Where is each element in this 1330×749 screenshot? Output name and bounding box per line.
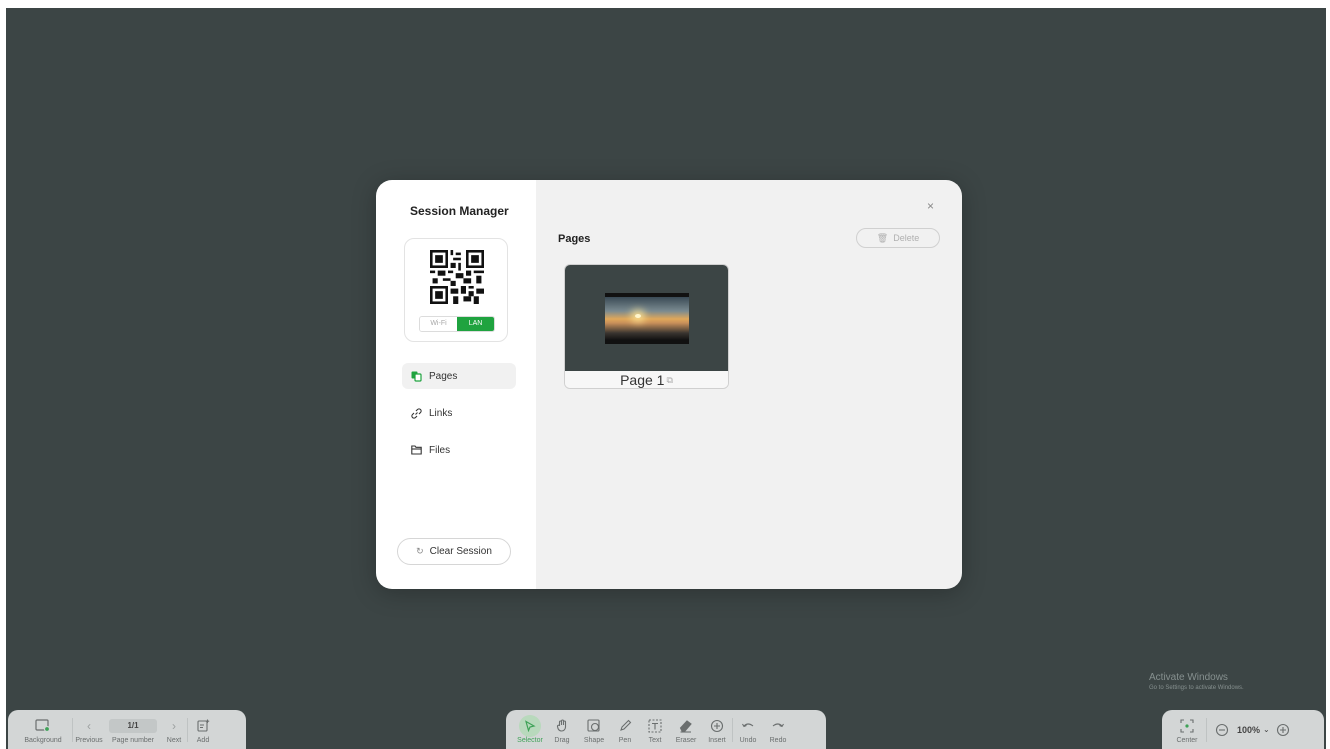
tool-eraser[interactable]: Eraser — [670, 710, 702, 749]
tool-pen[interactable]: Pen — [610, 710, 640, 749]
page-number-control[interactable]: 1/1 Page number — [105, 710, 161, 749]
refresh-icon: ↻ — [416, 546, 424, 556]
session-manager-sidebar: Session Manager Wi-Fi LAN Pages Links Fi… — [376, 180, 536, 589]
trash-icon: 🗑 — [876, 232, 889, 243]
activation-watermark: Activate Windows Go to Settings to activ… — [1149, 672, 1244, 691]
tool-shape[interactable]: Shape — [578, 710, 610, 749]
external-link-icon[interactable]: ⧉ — [666, 375, 672, 386]
tool-label-undo: Undo — [739, 736, 757, 744]
qr-card: Wi-Fi LAN — [404, 238, 508, 342]
pen-icon — [619, 716, 632, 736]
background-icon — [35, 716, 51, 736]
text-icon — [648, 716, 662, 736]
watermark-line1: Activate Windows — [1149, 672, 1228, 683]
insert-icon — [710, 716, 724, 736]
nav-label-files: Files — [429, 444, 451, 456]
center-icon — [1180, 716, 1194, 736]
network-toggle[interactable]: Wi-Fi LAN — [419, 316, 495, 332]
tool-label-text: Text — [648, 736, 662, 744]
tool-label-pen: Pen — [618, 736, 632, 744]
session-manager-content: × Pages 🗑 Delete Page 1 ⧉ — [536, 180, 962, 589]
background-label: Background — [24, 736, 62, 744]
folder-icon — [410, 444, 422, 456]
nav-item-pages[interactable]: Pages — [402, 363, 516, 389]
watermark-line2: Go to Settings to activate Windows. — [1149, 685, 1244, 691]
qr-code-image — [430, 250, 484, 304]
tool-label-shape: Shape — [583, 736, 605, 744]
add-page-button[interactable]: Add — [188, 710, 218, 749]
tool-label-selector: Selector — [517, 736, 543, 744]
page-thumbnail[interactable]: Page 1 ⧉ — [564, 264, 729, 389]
redo-icon — [771, 716, 785, 736]
hand-icon — [556, 716, 569, 736]
tool-undo[interactable]: Undo — [733, 710, 763, 749]
delete-label: Delete — [893, 233, 920, 243]
tool-selector[interactable]: Selector — [514, 710, 546, 749]
page-label: Page 1 — [620, 372, 665, 388]
drawing-toolbar: Selector Drag Shape Pen Text Eraser Inse… — [506, 710, 826, 749]
center-label: Center — [1176, 736, 1198, 744]
cursor-icon — [519, 714, 541, 737]
page-toolbar: Background ‹ Previous 1/1 Page number › … — [8, 710, 246, 749]
add-page-icon — [196, 716, 210, 736]
zoom-in-icon[interactable] — [1276, 723, 1290, 737]
previous-label: Previous — [75, 736, 103, 744]
center-button[interactable]: Center — [1168, 710, 1206, 749]
tool-label-eraser: Eraser — [675, 736, 697, 744]
nav-label-links: Links — [429, 407, 453, 419]
nav-item-files[interactable]: Files — [402, 437, 516, 463]
lan-option[interactable]: LAN — [457, 317, 494, 331]
eraser-icon — [679, 716, 693, 736]
page-preview-image — [605, 293, 689, 344]
tool-drag[interactable]: Drag — [546, 710, 578, 749]
view-toolbar: Center 100% ⌄ — [1162, 710, 1324, 749]
wifi-option[interactable]: Wi-Fi — [420, 317, 457, 331]
page-number-label: Page number — [111, 736, 155, 744]
shape-icon — [587, 716, 601, 736]
undo-icon — [741, 716, 755, 736]
tool-label-insert: Insert — [708, 736, 726, 744]
pages-icon — [410, 370, 422, 382]
dialog-title: Session Manager — [410, 204, 509, 218]
page-thumbnail-caption: Page 1 ⧉ — [565, 371, 728, 388]
chevron-left-icon: ‹ — [87, 718, 91, 733]
next-label: Next — [166, 736, 182, 744]
previous-button[interactable]: ‹ Previous — [73, 710, 105, 749]
close-icon[interactable]: × — [927, 199, 934, 213]
toolbar-divider — [1206, 717, 1207, 742]
zoom-out-icon[interactable] — [1215, 723, 1229, 737]
section-title: Pages — [558, 233, 591, 245]
tool-insert[interactable]: Insert — [702, 710, 732, 749]
tool-label-drag: Drag — [554, 736, 570, 744]
zoom-level-select[interactable]: 100% — [1237, 725, 1260, 735]
tool-label-redo: Redo — [769, 736, 787, 744]
tool-text[interactable]: Text — [640, 710, 670, 749]
add-label: Add — [196, 736, 210, 744]
delete-button[interactable]: 🗑 Delete — [856, 228, 940, 248]
chevron-down-icon[interactable]: ⌄ — [1263, 725, 1270, 734]
link-icon — [410, 407, 422, 419]
nav-label-pages: Pages — [429, 370, 458, 382]
tool-redo[interactable]: Redo — [763, 710, 793, 749]
page-preview — [565, 265, 728, 371]
clear-session-label: Clear Session — [429, 546, 492, 557]
next-button[interactable]: › Next — [161, 710, 187, 749]
session-manager-dialog: Session Manager Wi-Fi LAN Pages Links Fi… — [376, 180, 962, 589]
nav-item-links[interactable]: Links — [402, 400, 516, 426]
clear-session-button[interactable]: ↻ Clear Session — [397, 538, 511, 565]
chevron-right-icon: › — [172, 718, 176, 733]
background-button[interactable]: Background — [14, 710, 72, 749]
page-number-value[interactable]: 1/1 — [109, 718, 157, 733]
